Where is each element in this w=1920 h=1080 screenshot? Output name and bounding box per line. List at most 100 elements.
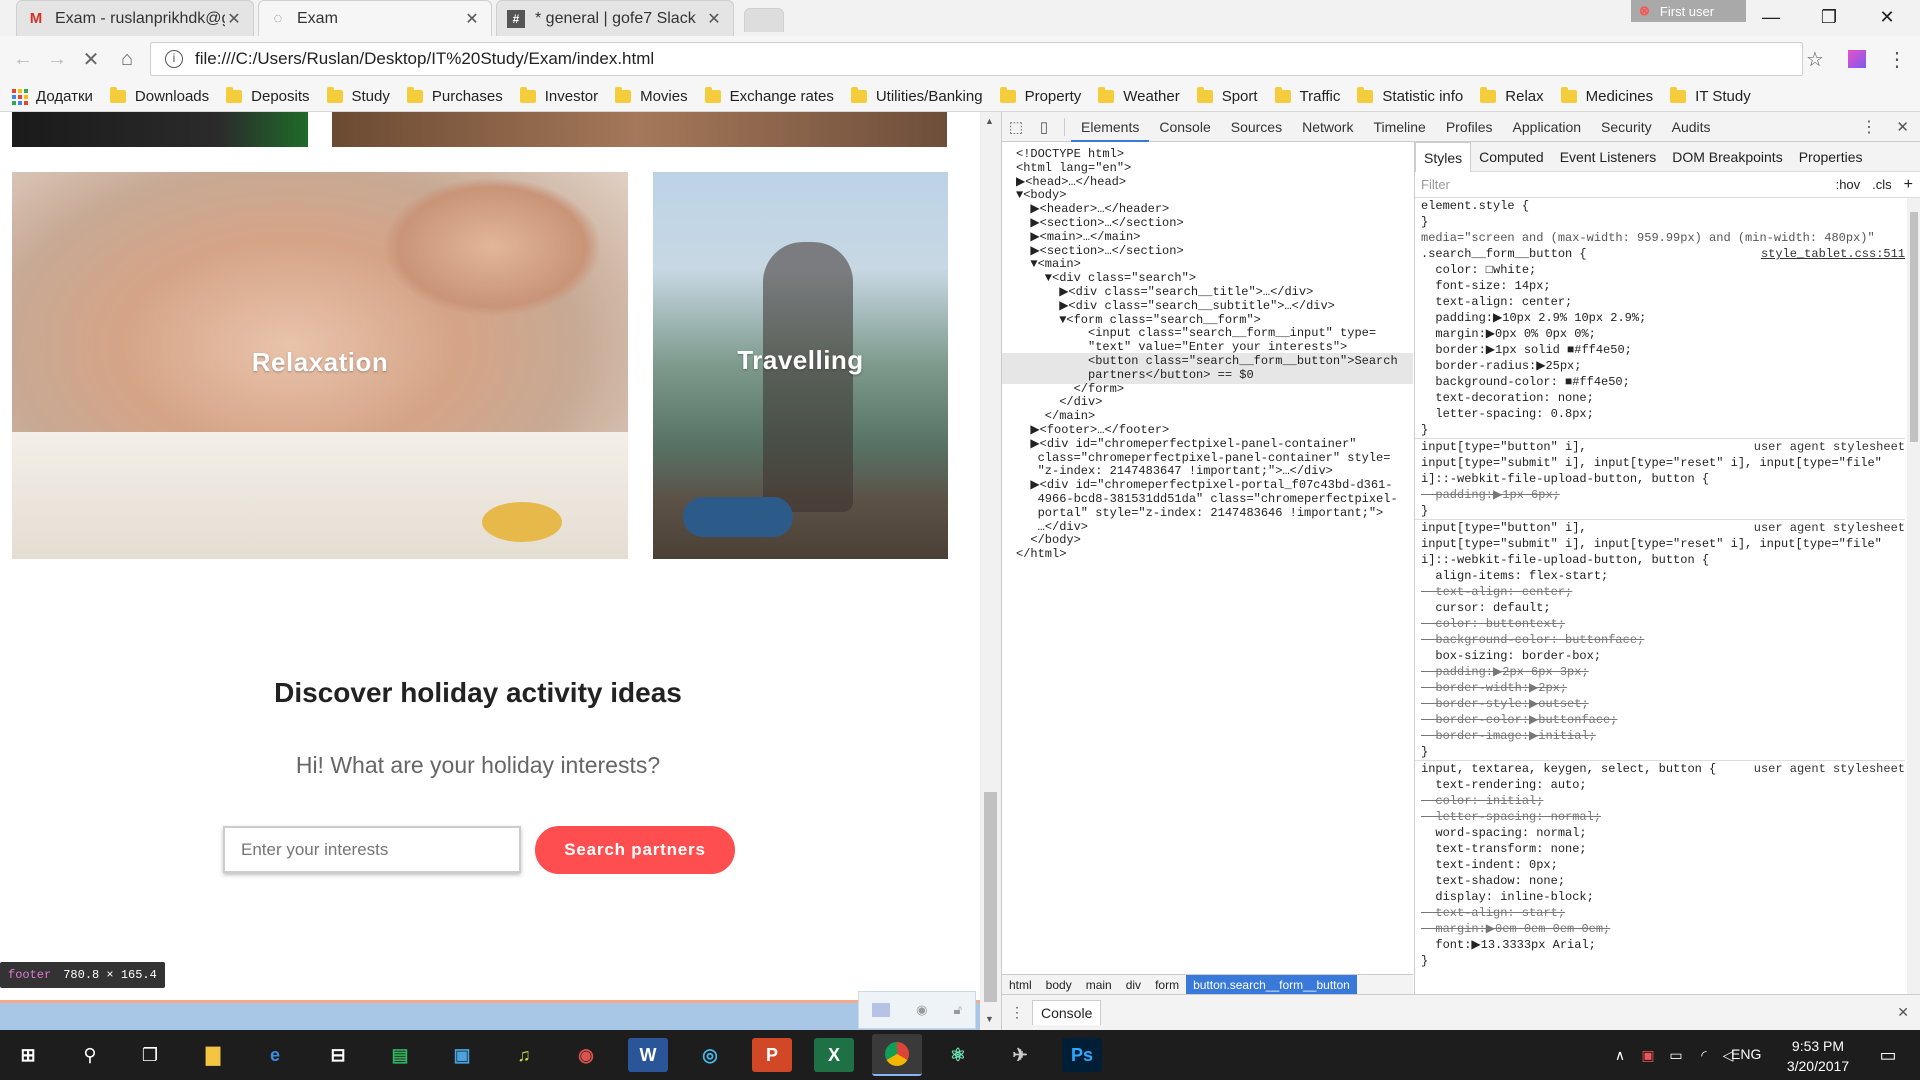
style-rule-line[interactable]: word-spacing: normal; [1415, 825, 1905, 841]
store-icon[interactable]: ⊟ [318, 1038, 358, 1072]
devtools-tab-profiles[interactable]: Profiles [1436, 112, 1503, 142]
style-rule-line[interactable]: letter-spacing: normal; [1415, 809, 1905, 825]
close-icon[interactable]: ✕ [225, 9, 243, 29]
close-devtools-icon[interactable]: ✕ [1896, 118, 1909, 136]
file-explorer-icon[interactable]: ▇ [193, 1038, 233, 1072]
bookmark-folder[interactable]: Traffic [1274, 87, 1340, 105]
tab-gmail[interactable]: M Exam - ruslanprikhdk@g ✕ [16, 0, 254, 36]
style-rule-line[interactable]: align-items: flex-start; [1415, 568, 1905, 584]
media-icon[interactable]: ◉ [566, 1038, 606, 1072]
devtools-tab-application[interactable]: Application [1503, 112, 1592, 142]
bookmark-folder[interactable]: Investor [519, 87, 598, 105]
page-scrollbar[interactable]: ▲ ▼ [980, 112, 1001, 1030]
bookmark-folder[interactable]: Purchases [406, 87, 503, 105]
profile-badge[interactable]: ⊗ First user [1631, 0, 1746, 22]
scrollbar-thumb[interactable] [984, 792, 997, 1002]
bookmark-folder[interactable]: Movies [615, 87, 688, 105]
tab-slack[interactable]: # * general | gofe7 Slack ✕ [496, 0, 734, 36]
forward-button[interactable]: → [44, 46, 70, 72]
app-icon[interactable]: ✈ [1000, 1038, 1040, 1072]
style-rule-line[interactable]: padding:▶1px 6px; [1415, 487, 1905, 503]
breadcrumb-item[interactable]: button.search__form__button [1186, 974, 1357, 995]
bookmark-folder[interactable]: Utilities/Banking [850, 87, 983, 105]
search-icon[interactable]: ⚲ [70, 1038, 110, 1072]
devtools-tab-timeline[interactable]: Timeline [1363, 112, 1435, 142]
style-rule-line[interactable]: display: inline-block; [1415, 889, 1905, 905]
card-travelling[interactable]: Travelling [653, 172, 948, 559]
cls-toggle[interactable]: .cls [1872, 177, 1892, 192]
interests-input[interactable] [223, 826, 521, 873]
breadcrumb-item[interactable]: main [1079, 975, 1119, 995]
notifications-icon[interactable]: ▭ [1868, 1038, 1908, 1072]
add-rule-icon[interactable]: + [1904, 176, 1913, 194]
style-rule-line[interactable]: border-color:▶buttonface; [1415, 712, 1905, 728]
star-icon[interactable]: ☆ [1802, 46, 1828, 72]
style-rule-line[interactable]: text-align: start; [1415, 905, 1905, 921]
style-rule-line[interactable]: box-sizing: border-box; [1415, 648, 1905, 664]
close-window-button[interactable]: ✕ [1858, 0, 1916, 34]
minimize-button[interactable]: — [1742, 0, 1800, 34]
close-drawer-icon[interactable]: ✕ [1897, 1004, 1909, 1021]
styles-tab[interactable]: Properties [1791, 142, 1871, 172]
app-icon[interactable]: ◎ [690, 1038, 730, 1072]
tab-exam[interactable]: ◌ Exam ✕ [258, 0, 492, 36]
style-rule-line[interactable]: padding:▶2px 6px 3px; [1415, 664, 1905, 680]
devtools-tab-security[interactable]: Security [1591, 112, 1662, 142]
breadcrumb-item[interactable]: form [1148, 975, 1186, 995]
task-view-icon[interactable]: ❐ [130, 1038, 170, 1072]
devtools-tab-audits[interactable]: Audits [1662, 112, 1721, 142]
style-rule-line[interactable]: margin:▶0px 0% 0px 0%; [1415, 326, 1905, 342]
elements-tree[interactable]: <!DOCTYPE html> <html lang="en"> ▶<head>…<… [1002, 142, 1413, 968]
style-rule-line[interactable]: background-color: buttonface; [1415, 632, 1905, 648]
device-toolbar-icon[interactable]: ▯ [1030, 118, 1058, 136]
restore-button[interactable]: ❐ [1800, 0, 1858, 34]
new-tab-button[interactable] [744, 8, 784, 32]
styles-filter[interactable]: Filter :hov .cls + [1415, 172, 1920, 198]
word-icon[interactable]: W [628, 1038, 668, 1072]
style-rule-line[interactable]: border:▶1px solid ■#ff4e50; [1415, 342, 1905, 358]
home-icon[interactable]: ⌂ [114, 46, 140, 72]
edge-icon[interactable]: e [255, 1038, 295, 1072]
inspect-icon[interactable]: ⬚ [1002, 118, 1030, 136]
address-bar[interactable]: i file:///C:/Users/Ruslan/Desktop/IT%20S… [150, 42, 1803, 76]
style-rule-line[interactable]: color: □white; [1415, 262, 1905, 278]
lock-icon[interactable]: 🔓︎ [954, 1002, 962, 1018]
more-icon[interactable]: ⋮ [1861, 117, 1877, 137]
devtools-tab-sources[interactable]: Sources [1221, 112, 1292, 142]
close-icon[interactable]: ✕ [705, 9, 723, 29]
bookmark-folder[interactable]: Deposits [226, 87, 310, 105]
app-icon[interactable]: ▣ [442, 1038, 482, 1072]
style-rule-line[interactable]: border-radius:▶25px; [1415, 358, 1905, 374]
apps-bookmark[interactable]: Додатки [12, 88, 93, 105]
photoshop-icon[interactable]: Ps [1062, 1038, 1102, 1072]
devtools-tab-network[interactable]: Network [1292, 112, 1363, 142]
styles-tab[interactable]: Event Listeners [1552, 142, 1665, 172]
clock[interactable]: 9:53 PM 3/20/2017 [1778, 1036, 1858, 1076]
styles-tab[interactable]: Computed [1471, 142, 1552, 172]
bookmark-folder[interactable]: Exchange rates [704, 87, 834, 105]
style-rule-line[interactable]: border-image:▶initial; [1415, 728, 1905, 744]
style-rule-line[interactable]: text-transform: none; [1415, 841, 1905, 857]
bookmark-folder[interactable]: Study [326, 87, 390, 105]
excel-icon[interactable]: X [814, 1038, 854, 1072]
eye-icon[interactable]: ◉ [916, 1002, 927, 1018]
style-rule-line[interactable]: text-align: center; [1415, 584, 1905, 600]
style-rule-line[interactable]: text-decoration: none; [1415, 390, 1905, 406]
style-rule-line[interactable]: color: buttontext; [1415, 616, 1905, 632]
extension-icon[interactable] [1844, 46, 1870, 72]
bookmark-folder[interactable]: Relax [1480, 87, 1544, 105]
bookmark-folder[interactable]: Weather [1098, 87, 1180, 105]
style-rule-line[interactable]: background-color: ■#ff4e50; [1415, 374, 1905, 390]
devtools-tab-console[interactable]: Console [1149, 112, 1220, 142]
atom-icon[interactable]: ⚛ [938, 1038, 978, 1072]
style-rule-line[interactable]: text-rendering: auto; [1415, 777, 1905, 793]
style-rule-line[interactable]: margin:▶0em 0em 0em 0em; [1415, 921, 1905, 937]
style-rule-line[interactable]: border-style:▶outset; [1415, 696, 1905, 712]
menu-icon[interactable]: ⋮ [1884, 46, 1910, 72]
style-source-link[interactable]: user agent stylesheet [1754, 761, 1905, 777]
style-source-link[interactable]: user agent stylesheet [1754, 439, 1905, 455]
chrome-icon[interactable] [872, 1034, 922, 1076]
devtools-tab-elements[interactable]: Elements [1071, 112, 1150, 142]
perfectpixel-thumb-icon[interactable] [872, 1003, 891, 1017]
breadcrumb-item[interactable]: body [1039, 975, 1079, 995]
